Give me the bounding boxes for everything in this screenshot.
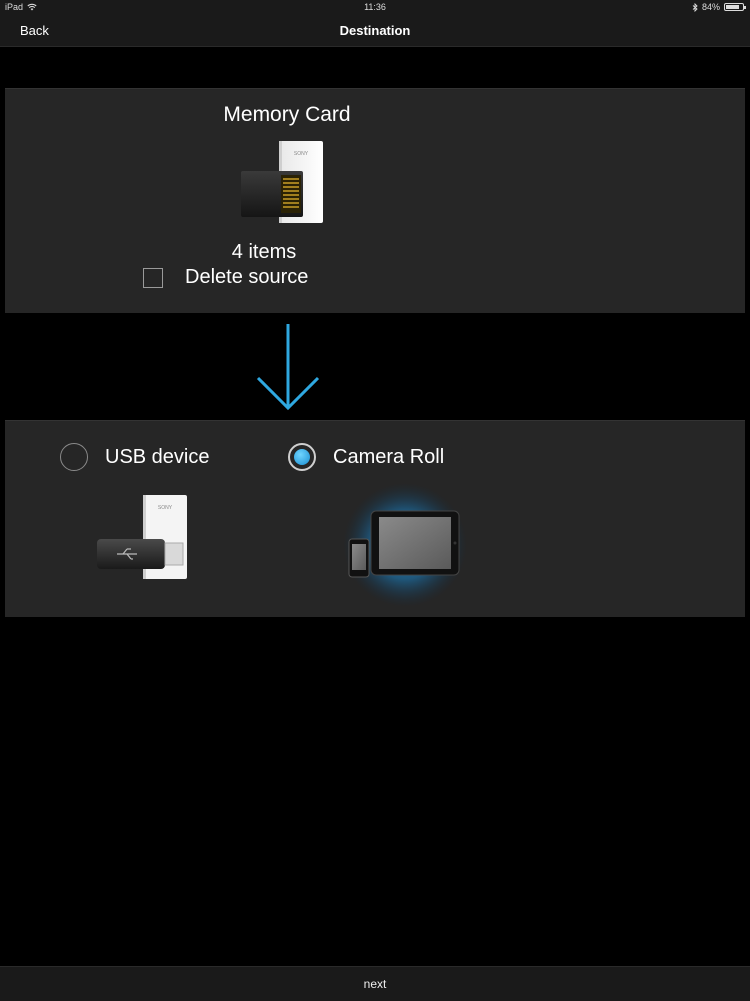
source-panel: Memory Card SONY 4 items Delete source [5, 88, 745, 313]
delete-source-label: Delete source [185, 266, 309, 288]
camera-roll-radio[interactable] [288, 443, 316, 471]
delete-source-row[interactable]: Delete source [143, 266, 308, 289]
camera-roll-option[interactable]: Camera Roll [288, 443, 444, 471]
usb-drive-icon: SONY [97, 495, 187, 579]
next-button[interactable]: next [0, 977, 750, 991]
arrow-down-icon [256, 324, 320, 411]
status-right: 84% [692, 2, 746, 12]
bottom-bar: next [0, 966, 750, 1001]
usb-device-label: USB device [105, 445, 210, 468]
bluetooth-icon [692, 2, 698, 12]
status-bar: iPad 11:36 84% [0, 0, 750, 16]
delete-source-checkbox[interactable] [143, 267, 163, 288]
status-time: 11:36 [364, 2, 386, 12]
nav-bar: Back Destination [0, 16, 750, 47]
source-title: Memory Card [223, 103, 351, 126]
destination-panel: USB device Camera Roll SONY [5, 420, 745, 617]
page-title: Destination [339, 23, 411, 38]
memory-card-reader-icon: SONY [241, 141, 323, 223]
ipad-iphone-icon [343, 483, 467, 607]
camera-roll-label: Camera Roll [333, 445, 445, 468]
usb-device-radio[interactable] [60, 443, 88, 471]
usb-device-option[interactable]: USB device [60, 443, 210, 471]
battery-fill [726, 5, 740, 9]
reader-brand: SONY [294, 151, 309, 157]
battery-percent: 84% [701, 2, 720, 12]
items-count: 4 items [231, 241, 297, 263]
battery-icon [724, 3, 746, 11]
usb-reader-brand: SONY [158, 505, 173, 511]
